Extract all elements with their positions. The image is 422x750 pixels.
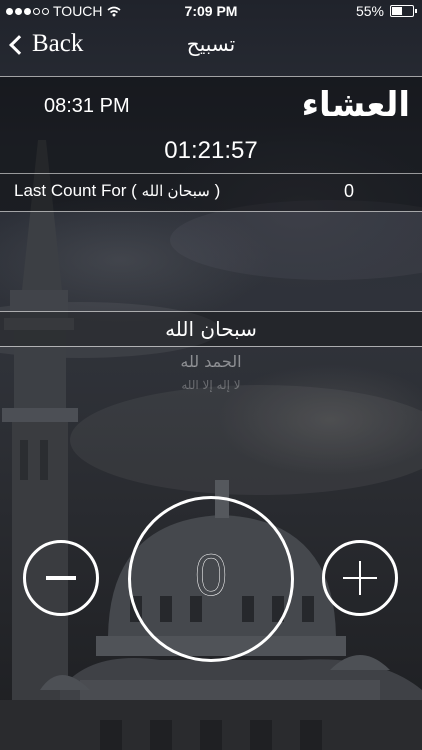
dhikr-picker[interactable]: سبحان الله الحمد لله لا إله إلا الله	[0, 311, 422, 411]
last-count-prefix: Last Count For (	[14, 181, 137, 200]
divider	[0, 173, 422, 174]
battery-status: 55%	[355, 3, 417, 19]
picker-item-selected[interactable]: سبحان الله	[0, 317, 422, 341]
prayer-name: العشاء	[301, 85, 410, 125]
last-count-label: Last Count For ( سبحان الله )	[14, 181, 220, 201]
counter-tap-button[interactable]: 0	[128, 496, 294, 662]
minus-icon	[46, 576, 76, 580]
picker-bottom-line	[0, 346, 422, 347]
prayer-time: 08:31 PM	[44, 95, 130, 117]
page-title: تسبيح	[186, 32, 236, 56]
status-bar: TOUCH 7:09 PM 55%	[0, 0, 422, 24]
last-count-dhikr: سبحان الله	[141, 183, 210, 200]
last-count-value: 0	[344, 181, 355, 201]
picker-item[interactable]: الحمد لله	[0, 352, 422, 371]
last-count-suffix: )	[209, 181, 221, 200]
navigation-bar: Back تسبيح	[0, 24, 422, 68]
counter-value: 0	[194, 543, 228, 609]
prayer-info-panel: 08:31 PM العشاء 01:21:57 Last Count For …	[0, 76, 422, 212]
picker-item[interactable]: لا إله إلا الله	[0, 378, 422, 392]
picker-top-line	[0, 311, 422, 312]
decrement-button[interactable]	[23, 540, 99, 616]
battery-icon	[390, 5, 417, 17]
battery-percent: 55%	[355, 3, 384, 19]
increment-button[interactable]	[322, 540, 398, 616]
time-remaining: 01:21:57	[164, 137, 258, 164]
